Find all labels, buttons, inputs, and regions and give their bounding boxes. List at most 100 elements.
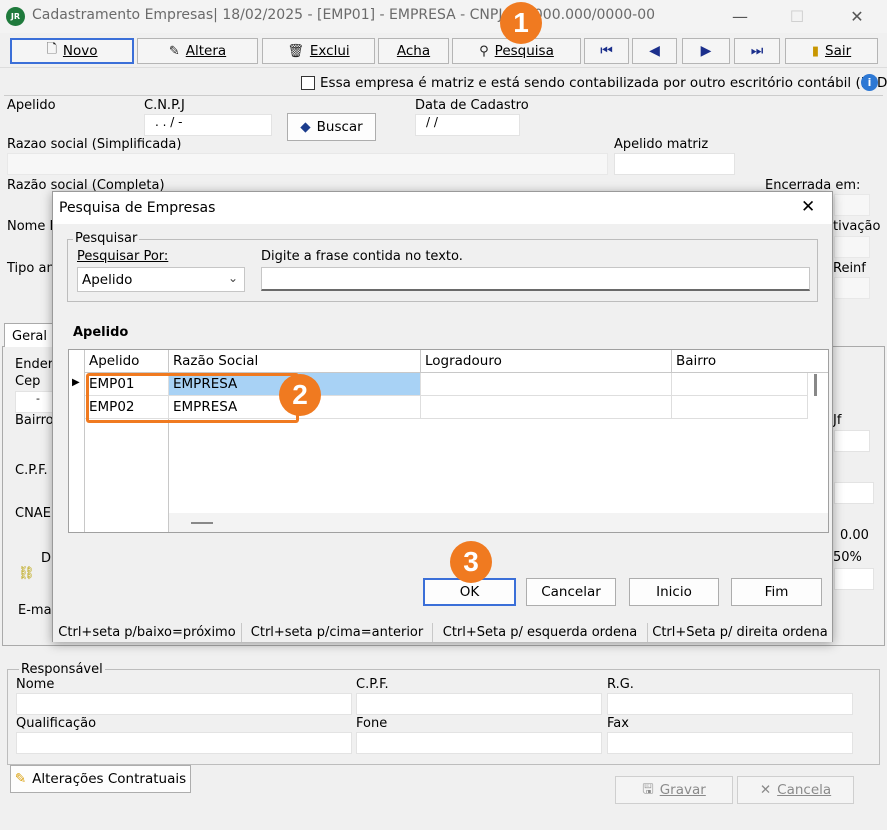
cancela-button[interactable]: ✕ Cancela: [737, 776, 854, 804]
search-dialog: Pesquisa de Empresas ✕ Pesquisar Pesquis…: [52, 191, 833, 642]
uf-field[interactable]: [834, 430, 870, 452]
qualificacao-field[interactable]: [16, 732, 352, 754]
gravar-button[interactable]: 🖫 Gravar: [615, 776, 733, 804]
label-uf: Jf: [833, 413, 842, 428]
encerrada-field[interactable]: [834, 194, 870, 216]
previous-record-button[interactable]: ◀: [632, 38, 677, 64]
search-text-input[interactable]: [261, 267, 810, 291]
info-icon[interactable]: i: [861, 74, 878, 91]
altera-button[interactable]: ✎ Altera: [137, 38, 258, 64]
alteracoes-contratuais-button[interactable]: ✎ Alterações Contratuais: [10, 765, 191, 793]
last-icon: ⏭: [750, 43, 764, 59]
status-hint-sort-left: Ctrl+Seta p/ esquerda ordena: [433, 623, 648, 642]
cell-bairro-row2[interactable]: [672, 396, 808, 419]
fone-field[interactable]: [356, 732, 602, 754]
label-fone: Fone: [356, 716, 388, 731]
window-title: Cadastramento Empresas| 18/02/2025 - [EM…: [32, 7, 656, 23]
right-field-2[interactable]: [834, 568, 874, 590]
previous-icon: ◀: [649, 43, 660, 59]
save-icon: 🖫: [642, 780, 654, 797]
razao-simplificada-field[interactable]: [7, 153, 608, 175]
buscar-button[interactable]: ◆ Buscar: [287, 113, 376, 141]
annotation-badge-3: 3: [450, 541, 492, 583]
resp-cpf-field[interactable]: [356, 693, 602, 715]
label-razao-simplificada: Razao social (Simplificada): [7, 137, 182, 152]
ativacao-field[interactable]: [834, 236, 870, 258]
edit-icon: ✎: [168, 43, 180, 59]
novo-button[interactable]: 🗋 Novo: [10, 38, 134, 64]
fax-field[interactable]: [607, 732, 853, 754]
first-record-button[interactable]: ⏮: [584, 38, 629, 64]
column-header-apelido[interactable]: Apelido: [85, 350, 169, 373]
resp-rg-field[interactable]: [607, 693, 853, 715]
last-record-button[interactable]: ⏭: [734, 38, 780, 64]
value-zero: 0.00: [840, 528, 869, 543]
percent-value: 50%: [833, 550, 862, 565]
dialog-status-bar: Ctrl+seta p/baixo=próximo Ctrl+seta p/ci…: [53, 623, 832, 642]
data-cadastro-field[interactable]: / /: [415, 114, 520, 136]
label-cep: Cep: [15, 374, 41, 389]
minimize-button[interactable]: —: [717, 0, 763, 33]
resp-nome-field[interactable]: [16, 693, 352, 715]
contract-icon: ✎: [14, 771, 27, 787]
current-row-pointer-icon: ▶: [72, 377, 80, 388]
title-bar: JR Cadastramento Empresas| 18/02/2025 - …: [0, 0, 887, 33]
matrix-checkbox[interactable]: [301, 76, 315, 90]
first-icon: ⏮: [600, 43, 613, 59]
label-resp-cpf: C.P.F.: [356, 677, 389, 692]
label-reinf: Reinf: [833, 261, 866, 276]
scroll-thumb[interactable]: [191, 522, 213, 524]
sair-button[interactable]: ▮ Sair: [785, 38, 878, 64]
apelido-matriz-field[interactable]: [614, 153, 735, 175]
close-button[interactable]: ✕: [834, 0, 880, 33]
cep-field[interactable]: -: [15, 391, 55, 413]
vertical-scrollbar[interactable]: [814, 374, 817, 396]
digite-label: Digite a frase contida no texto.: [261, 249, 463, 264]
annotation-badge-1: 1: [500, 2, 542, 44]
chevron-down-icon: ⌄: [228, 271, 239, 285]
dialog-title: Pesquisa de Empresas: [59, 200, 216, 216]
fim-button[interactable]: Fim: [731, 578, 822, 606]
column-header-logradouro[interactable]: Logradouro: [421, 350, 672, 373]
cell-logradouro-row2[interactable]: [421, 396, 672, 419]
inicio-button[interactable]: Inicio: [629, 578, 719, 606]
new-document-icon: 🗋: [46, 42, 57, 57]
receita-icon: ◆: [300, 119, 311, 135]
label-ativacao: tivação: [833, 219, 881, 234]
label-endereco: Ender: [15, 357, 54, 372]
app-logo-icon: JR: [6, 7, 25, 26]
right-field-1[interactable]: [834, 482, 874, 504]
cell-logradouro-row1[interactable]: [421, 373, 672, 396]
divider: [4, 95, 883, 96]
label-resp-rg: R.G.: [607, 677, 634, 692]
maximize-button[interactable]: ☐: [774, 0, 820, 33]
label-email: E-mai: [18, 603, 56, 618]
tab-geral[interactable]: Geral: [4, 323, 54, 347]
label-resp-nome: Nome: [16, 677, 55, 692]
column-header-bairro[interactable]: Bairro: [672, 350, 828, 373]
label-responsavel: Responsável: [19, 662, 105, 677]
dialog-close-button[interactable]: ✕: [801, 197, 815, 217]
label-cnae: CNAE: [15, 506, 51, 521]
horizontal-scrollbar[interactable]: [169, 513, 828, 532]
status-hint-previous: Ctrl+seta p/cima=anterior: [242, 623, 433, 642]
reinf-field[interactable]: [834, 277, 870, 299]
label-cpf: C.P.F.: [15, 463, 48, 478]
label-bairro: Bairro: [15, 413, 54, 428]
status-hint-sort-right: Ctrl+Seta p/ direita ordena: [652, 625, 828, 640]
matrix-checkbox-label: Essa empresa é matriz e está sendo conta…: [320, 75, 887, 91]
highlight-box: [86, 373, 299, 423]
column-header-razao-social[interactable]: Razão Social: [169, 350, 421, 373]
link-icon[interactable]: ⛓: [18, 566, 35, 581]
grid-caption: Apelido: [73, 325, 129, 340]
cancelar-button[interactable]: Cancelar: [526, 578, 616, 606]
cell-bairro-row1[interactable]: [672, 373, 808, 396]
next-record-button[interactable]: ▶: [682, 38, 730, 64]
dialog-title-bar: Pesquisa de Empresas ✕: [53, 192, 832, 224]
exclui-button[interactable]: 🗑 Exclui: [262, 38, 375, 64]
cnpj-field[interactable]: . . / -: [144, 114, 272, 136]
pesquisar-por-select[interactable]: Apelido ⌄: [77, 267, 245, 292]
annotation-badge-2: 2: [279, 374, 321, 416]
acha-button[interactable]: Acha: [378, 38, 449, 64]
cancel-x-icon: ✕: [759, 782, 772, 798]
